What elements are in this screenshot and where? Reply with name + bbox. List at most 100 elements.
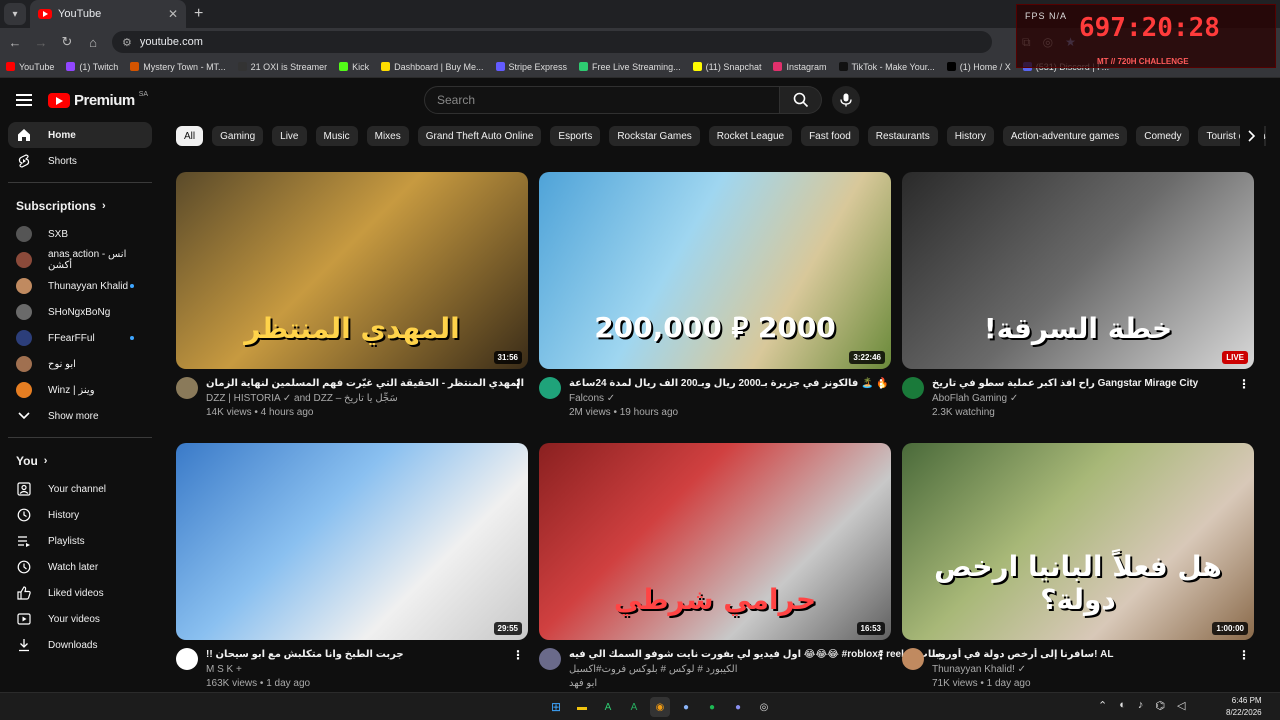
more-actions-icon[interactable]: ⋮ bbox=[512, 648, 524, 662]
video-title[interactable]: !! جربت الطبخ وانا متكلبش مع ابو سيحان bbox=[206, 648, 508, 662]
new-tab-icon[interactable]: + bbox=[194, 5, 203, 23]
more-actions-icon[interactable]: ⋮ bbox=[512, 377, 524, 391]
sidebar-item-channel[interactable]: Your channel bbox=[8, 476, 152, 502]
channel-avatar[interactable] bbox=[902, 648, 924, 670]
bookmark-item[interactable]: Stripe Express bbox=[495, 62, 567, 72]
menu-icon[interactable] bbox=[16, 94, 32, 106]
video-channel[interactable]: M S K + bbox=[206, 663, 508, 677]
more-actions-icon[interactable]: ⋮ bbox=[875, 648, 887, 662]
filter-chip[interactable]: Action-adventure games bbox=[1002, 126, 1128, 146]
filter-chip[interactable]: Rocket League bbox=[708, 126, 793, 146]
browser-tab-youtube[interactable]: YouTube ✕ bbox=[30, 0, 186, 28]
video-thumbnail[interactable]: 29:55 bbox=[176, 443, 528, 640]
video-card[interactable]: خطة السرقة! LIVE راح افذ اكبر عملية سطو في… bbox=[902, 172, 1254, 420]
spotify-icon[interactable]: ● bbox=[702, 697, 722, 717]
tray-mic-icon[interactable]: ♪ bbox=[1138, 699, 1144, 712]
video-card[interactable]: 29:55 !! جربت الطبخ وانا متكلبش مع ابو سي… bbox=[176, 443, 528, 691]
tray-app-icon[interactable]: ◐ bbox=[1119, 699, 1126, 712]
more-actions-icon[interactable]: ⋮ bbox=[1238, 648, 1250, 662]
voice-search-button[interactable] bbox=[832, 86, 860, 114]
search-button[interactable] bbox=[780, 86, 822, 114]
sidebar-item-liked[interactable]: Liked videos bbox=[8, 580, 152, 606]
channel-avatar[interactable] bbox=[176, 377, 198, 399]
app-a2-icon[interactable]: A bbox=[624, 697, 644, 717]
bookmark-item[interactable]: TikTok - Make Your... bbox=[838, 62, 935, 72]
bookmark-item[interactable]: (1) Twitch bbox=[66, 62, 118, 72]
subscription-item[interactable]: FFearFFul bbox=[8, 325, 152, 351]
filter-chip[interactable]: Music bbox=[315, 126, 358, 146]
subscription-item[interactable]: SXB bbox=[8, 221, 152, 247]
tray-expand-icon[interactable]: ⌃ bbox=[1098, 699, 1107, 712]
bookmark-item[interactable]: Mystery Town - MT... bbox=[130, 62, 226, 72]
network-icon[interactable]: ⌬ bbox=[1155, 699, 1165, 712]
video-thumbnail[interactable]: 2000 ⃁ 200,000 3:22:46 bbox=[539, 172, 891, 369]
bookmark-item[interactable]: (11) Snapchat bbox=[692, 62, 761, 72]
address-bar[interactable]: ⚙ youtube.com bbox=[112, 31, 992, 53]
filter-chip[interactable]: Esports bbox=[550, 126, 601, 146]
video-title[interactable]: فالكونز في جزيرة بـ2000 ريال وبـ200 الف … bbox=[569, 377, 889, 391]
filter-chip[interactable]: All bbox=[176, 126, 204, 146]
tab-close-icon[interactable]: ✕ bbox=[168, 7, 178, 21]
site-info-icon[interactable]: ⚙ bbox=[122, 36, 132, 49]
bookmark-item[interactable]: 21 OXI is Streamer bbox=[237, 62, 327, 72]
video-thumbnail[interactable]: هل فعلاً البانيا ارخص دولة؟ 1:00:00 bbox=[902, 443, 1254, 640]
discord-icon[interactable]: ● bbox=[728, 697, 748, 717]
subscription-item[interactable]: Winz | وينز bbox=[8, 377, 152, 403]
chips-next-button[interactable] bbox=[1240, 126, 1264, 146]
filter-chip[interactable]: Rockstar Games bbox=[609, 126, 700, 146]
filter-chip[interactable]: Grand Theft Auto Online bbox=[417, 126, 542, 146]
channel-avatar[interactable] bbox=[539, 648, 561, 670]
tab-search-icon[interactable]: ▾ bbox=[4, 3, 26, 25]
sidebar-item-shorts[interactable]: Shorts bbox=[8, 148, 152, 174]
subscription-item[interactable]: anas action - انس أكشن bbox=[8, 247, 152, 273]
video-title[interactable]: راح افذ اكبر عملية سطو في تاريخ Gangstar… bbox=[932, 377, 1234, 391]
youtube-logo[interactable]: Premium SA bbox=[48, 91, 148, 109]
bookmark-item[interactable]: (1) Home / X bbox=[946, 62, 1011, 72]
video-card[interactable]: حرامي شرطي 16:53 اول فيديو لي بفورت نايت ش… bbox=[539, 443, 941, 691]
filter-chip[interactable]: Gaming bbox=[212, 126, 264, 146]
home-icon[interactable]: ⌂ bbox=[82, 35, 104, 50]
filter-chip[interactable]: Restaurants bbox=[867, 126, 938, 146]
sidebar-item-your-videos[interactable]: Your videos bbox=[8, 606, 152, 632]
more-actions-icon[interactable]: ⋮ bbox=[1238, 377, 1250, 391]
you-heading[interactable]: You › bbox=[8, 446, 152, 476]
taskbar-clock[interactable]: 6:46 PM 8/22/2026 bbox=[1226, 695, 1262, 719]
subscription-item[interactable]: SHoNgxBoNg bbox=[8, 299, 152, 325]
video-card[interactable]: المهدي المنتظر 31:56 المهدي المنتظر - الحق… bbox=[176, 172, 528, 420]
video-title[interactable]: المهدي المنتظر - الحقيقة التي غيّرت فهم … bbox=[206, 377, 524, 391]
bookmark-item[interactable]: Dashboard | Buy Me... bbox=[381, 62, 484, 72]
obs-icon[interactable]: ◎ bbox=[754, 697, 774, 717]
show-more-button[interactable]: Show more bbox=[8, 403, 152, 429]
video-card[interactable]: هل فعلاً البانيا ارخص دولة؟ 1:00:00 سافرنا… bbox=[902, 443, 1254, 691]
bookmark-item[interactable]: YouTube bbox=[6, 62, 54, 72]
file-explorer-icon[interactable]: ▬ bbox=[572, 697, 592, 717]
subscription-item[interactable]: ابو نوح bbox=[8, 351, 152, 377]
chrome-icon[interactable]: ◉ bbox=[650, 697, 670, 717]
search-input[interactable] bbox=[424, 86, 781, 114]
more-actions-icon[interactable]: ⋮ bbox=[875, 377, 887, 391]
filter-chip[interactable]: Fast food bbox=[801, 126, 859, 146]
video-channel[interactable]: الكيبورد # لوكس # بلوكس فروت#اكسبل bbox=[569, 663, 941, 677]
video-channel[interactable]: AboFlah Gaming ✓ bbox=[932, 392, 1234, 406]
sidebar-item-watch-later[interactable]: Watch later bbox=[8, 554, 152, 580]
reload-icon[interactable]: ↻ bbox=[56, 34, 78, 50]
filter-chip[interactable]: Comedy bbox=[1136, 126, 1190, 146]
video-card[interactable]: 2000 ⃁ 200,000 3:22:46 فالكونز في جزيرة بـ… bbox=[539, 172, 891, 420]
channel-avatar[interactable] bbox=[539, 377, 561, 399]
video-thumbnail[interactable]: خطة السرقة! LIVE bbox=[902, 172, 1254, 369]
bookmark-item[interactable]: Instagram bbox=[773, 62, 827, 72]
bookmark-item[interactable]: Free Live Streaming... bbox=[579, 62, 681, 72]
channel-avatar[interactable] bbox=[902, 377, 924, 399]
bookmark-item[interactable]: Kick bbox=[339, 62, 369, 72]
sidebar-item-history[interactable]: History bbox=[8, 502, 152, 528]
sidebar-item-downloads[interactable]: Downloads bbox=[8, 632, 152, 658]
video-thumbnail[interactable]: حرامي شرطي 16:53 bbox=[539, 443, 891, 640]
filter-chip[interactable]: History bbox=[946, 126, 994, 146]
video-channel[interactable]: Falcons ✓ bbox=[569, 392, 889, 406]
app-a-icon[interactable]: A bbox=[598, 697, 618, 717]
subscriptions-heading[interactable]: Subscriptions › bbox=[8, 191, 152, 221]
video-thumbnail[interactable]: المهدي المنتظر 31:56 bbox=[176, 172, 528, 369]
start-icon[interactable]: ⊞ bbox=[546, 697, 566, 717]
steam-icon[interactable]: ● bbox=[676, 697, 696, 717]
video-title[interactable]: سافرنا إلى أرخص دولة في أوروبا! AL bbox=[932, 648, 1234, 662]
